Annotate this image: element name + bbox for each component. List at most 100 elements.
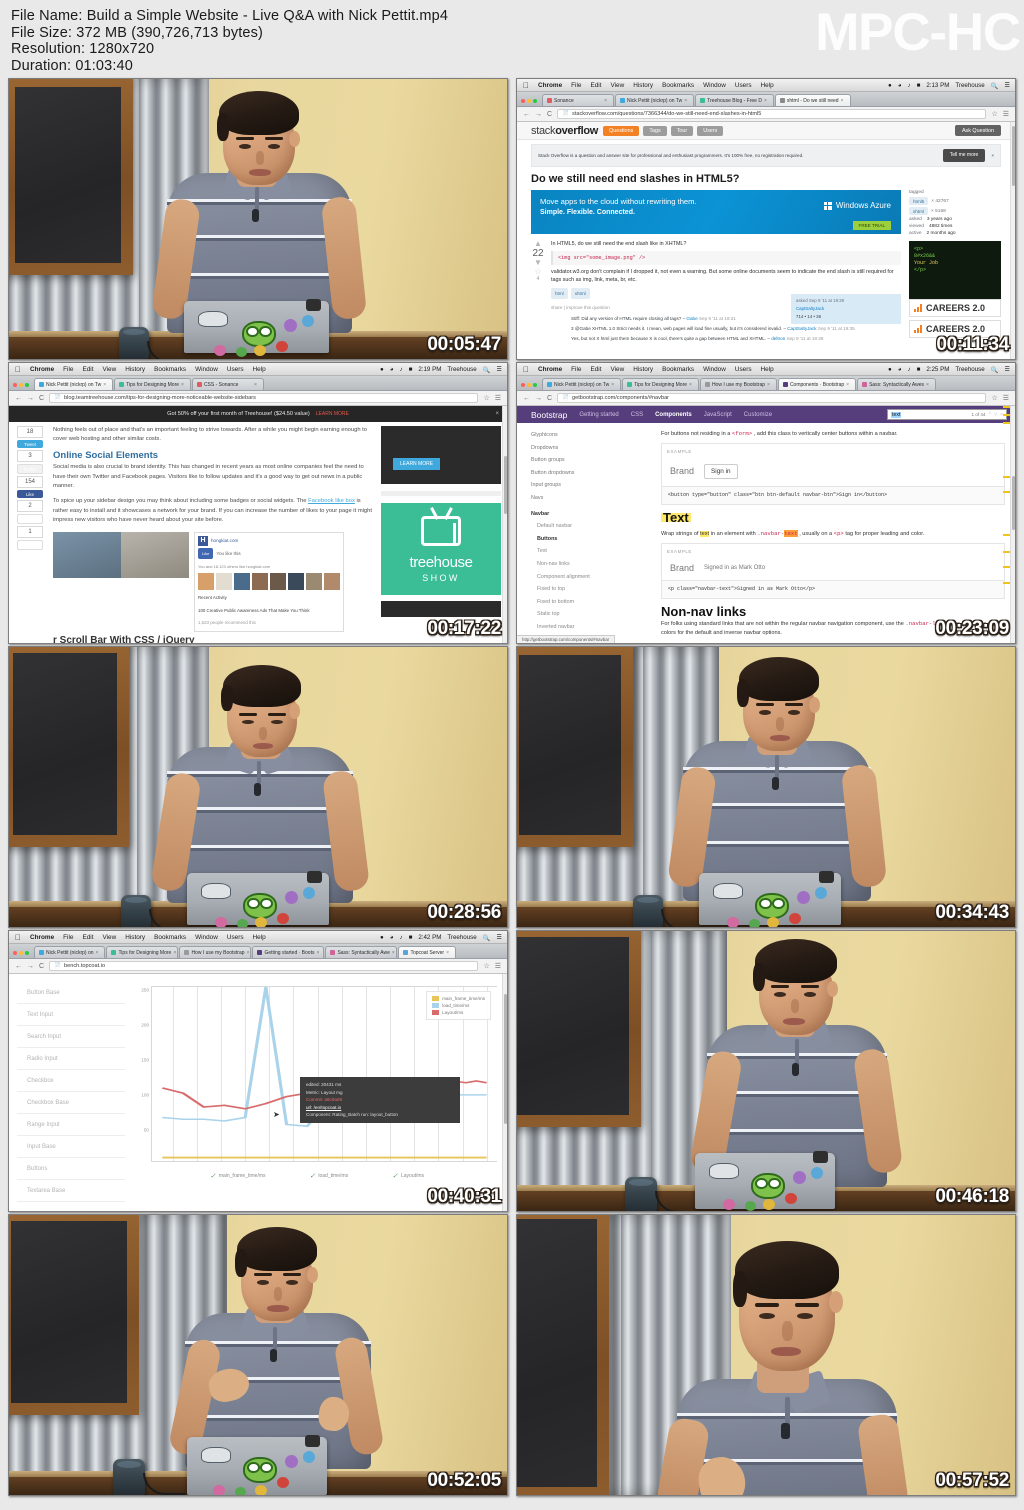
next-article-title[interactable]: r Scroll Bar With CSS / jQuery	[53, 635, 373, 643]
sidebar-item-navbar[interactable]: Navbar	[531, 508, 649, 521]
wifi-icon[interactable]: ◕	[898, 366, 902, 373]
menu-bookmarks[interactable]: Bookmarks	[154, 934, 186, 941]
tab-close-icon[interactable]: ×	[103, 382, 106, 388]
menu-edit[interactable]: Edit	[590, 82, 601, 89]
spotlight-icon[interactable]: 🔍	[483, 934, 491, 942]
browser-tab-active[interactable]: Components · Bootstrap ×	[777, 378, 857, 390]
sidebar-tag[interactable]: html5	[909, 197, 929, 205]
menu-chrome[interactable]: Chrome	[30, 366, 54, 373]
user-name[interactable]: Treehouse	[955, 366, 984, 373]
menu-chrome[interactable]: Chrome	[30, 934, 54, 941]
tab-close-icon[interactable]: ×	[96, 950, 99, 956]
user-name[interactable]: Treehouse	[955, 82, 984, 89]
list-item-checkbox[interactable]: Checkbox	[17, 1070, 125, 1092]
browser-tab-active[interactable]: Nick Pettit (nickrp) on Tw ×	[34, 378, 114, 390]
tab-close-icon[interactable]: ×	[764, 98, 767, 104]
tab-close-icon[interactable]: ×	[446, 950, 449, 956]
browser-tab-active[interactable]: Topcoat Server ×	[398, 946, 456, 958]
menu-view[interactable]: View	[610, 82, 624, 89]
bookmark-star-icon[interactable]: ☆	[483, 962, 489, 970]
menu-view[interactable]: View	[610, 366, 624, 373]
nav-questions[interactable]: Questions	[603, 125, 640, 136]
sidebar-item-glyphicons[interactable]: Glyphicons	[531, 429, 649, 442]
tab-close-icon[interactable]: ×	[392, 950, 395, 956]
demo-brand[interactable]: Brand	[670, 564, 694, 573]
tag-xhtml[interactable]: xhtml	[570, 288, 590, 299]
menu-edit[interactable]: Edit	[82, 934, 93, 941]
menu-chrome[interactable]: Chrome	[538, 82, 562, 89]
twitter-share-button[interactable]: Tweet	[17, 440, 43, 448]
browser-tab[interactable]: CSS - Sonance ×	[191, 378, 264, 390]
browser-tab[interactable]: Nick Pettit (nickrp) on Tw ×	[615, 94, 695, 106]
sidebar-item-inverted-navbar[interactable]: Inverted navbar	[531, 621, 649, 634]
menu-chrome[interactable]: Chrome	[538, 366, 562, 373]
menu-window[interactable]: Window	[195, 366, 218, 373]
minimize-window-icon[interactable]	[19, 951, 23, 955]
tab-close-icon[interactable]: ×	[841, 98, 844, 104]
thumbnail-9[interactable]: 00:52:05	[8, 1214, 508, 1496]
browser-tab[interactable]: Getting started · Boots ×	[252, 946, 325, 958]
asker-name[interactable]: CaptSaltyJack	[796, 306, 824, 311]
nav-css[interactable]: CSS	[631, 412, 643, 418]
close-window-icon[interactable]	[521, 383, 525, 387]
browser-tab[interactable]: Sass: Syntactically Awes ×	[857, 378, 936, 390]
address-bar[interactable]: 📄 blog.teamtreehouse.com/tips-for-design…	[49, 393, 479, 403]
comment-user[interactable]: deltron	[771, 336, 785, 341]
tab-close-icon[interactable]: ×	[767, 382, 770, 388]
thumbnail-1[interactable]: 00:05:47	[8, 78, 508, 360]
zoom-window-icon[interactable]	[25, 951, 29, 955]
browser-tab[interactable]: Treehouse Blog - Free D ×	[695, 94, 774, 106]
volume-icon[interactable]: ♪	[907, 366, 910, 373]
nav-tour[interactable]: Tour	[670, 125, 694, 136]
sidebar-item-buttons[interactable]: Buttons	[531, 533, 649, 546]
thumbnail-10[interactable]: 00:57:52	[516, 1214, 1016, 1496]
promo-banner[interactable]: Got 50% off your first month of Treehous…	[9, 406, 507, 422]
zoom-window-icon[interactable]	[25, 383, 29, 387]
page-scrollbar[interactable]	[502, 406, 507, 643]
tab-close-icon[interactable]: ×	[689, 382, 692, 388]
bookmark-star-icon[interactable]: ☆	[991, 394, 997, 402]
dropbox-icon[interactable]: ●	[380, 934, 384, 941]
menu-history[interactable]: History	[125, 366, 145, 373]
menu-file[interactable]: File	[571, 366, 581, 373]
menu-file[interactable]: File	[63, 366, 73, 373]
wifi-icon[interactable]: ◕	[898, 82, 902, 89]
notification-center-icon[interactable]: ☰	[1004, 366, 1010, 373]
careers-ad[interactable]: <p> 8#x26&& Your Job </p>	[909, 241, 1001, 299]
facebook-like-box-link[interactable]: Facebook like box	[308, 498, 355, 504]
menu-help[interactable]: Help	[761, 82, 774, 89]
menu-users[interactable]: Users	[735, 82, 752, 89]
browser-tab[interactable]: Sass: Syntactically Awe ×	[325, 946, 398, 958]
menu-edit[interactable]: Edit	[590, 366, 601, 373]
battery-icon[interactable]: ■	[409, 366, 413, 373]
list-item-textarea-base[interactable]: Textarea Base	[17, 1180, 125, 1202]
sidebar-player-bar[interactable]	[381, 601, 501, 617]
menu-help[interactable]: Help	[253, 934, 266, 941]
sidebar-ad[interactable]: LEARN MORE	[381, 426, 501, 484]
reload-icon[interactable]: C	[547, 111, 552, 118]
back-icon[interactable]: ←	[523, 111, 530, 118]
reload-icon[interactable]: C	[39, 395, 44, 402]
browser-tab[interactable]: How I use my Bootstrap ×	[699, 378, 777, 390]
nav-users[interactable]: Users	[697, 125, 724, 136]
window-controls[interactable]	[11, 383, 33, 390]
menu-bookmarks[interactable]: Bookmarks	[662, 366, 694, 373]
dropbox-icon[interactable]: ●	[888, 82, 892, 89]
close-window-icon[interactable]	[521, 99, 525, 103]
linkedin-share-button[interactable]: Share	[17, 540, 43, 550]
menu-help[interactable]: Help	[761, 366, 774, 373]
buffer-share-button[interactable]: Buffer	[17, 464, 43, 474]
ask-question-button[interactable]: Ask Question	[954, 125, 1001, 136]
menu-window[interactable]: Window	[703, 82, 726, 89]
find-prev-icon[interactable]: ^	[989, 412, 991, 418]
stackoverflow-logo[interactable]: stackoverflow	[531, 125, 598, 137]
thumbnail-6[interactable]: 00:34:43	[516, 646, 1016, 928]
checkbox-load-time[interactable]: ✓ load_time/ms	[310, 1172, 349, 1180]
treehouse-show-promo[interactable]: treehouse SHOW	[381, 503, 501, 595]
nav-javascript[interactable]: JavaScript	[704, 412, 732, 418]
browser-tab[interactable]: Tips for Designing More ×	[114, 378, 191, 390]
dropbox-icon[interactable]: ●	[888, 366, 892, 373]
browser-tab[interactable]: Nick Pettit (nickrp) on Tw ×	[542, 378, 622, 390]
share-links[interactable]: share | improve this question asked Sep …	[551, 294, 901, 324]
browser-tab-active[interactable]: xhtml - Do we still need ×	[774, 94, 851, 106]
